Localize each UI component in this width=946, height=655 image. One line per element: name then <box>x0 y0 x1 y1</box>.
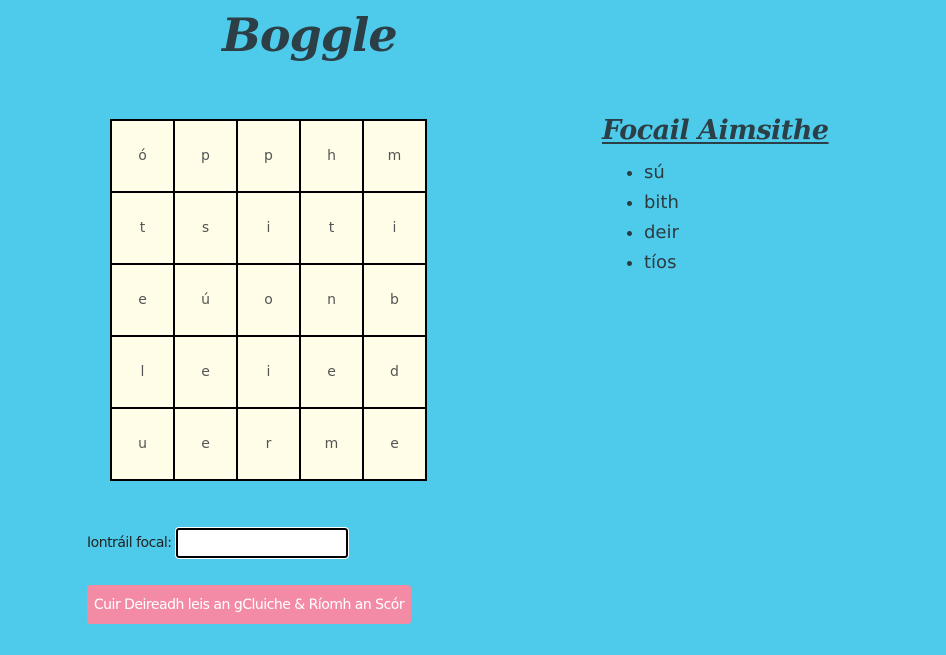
board-cell[interactable]: s <box>173 191 238 265</box>
board-cell[interactable]: e <box>173 335 238 409</box>
board-cell[interactable]: o <box>236 263 301 337</box>
board-cell[interactable]: l <box>110 335 175 409</box>
found-words-list: sú bith deir tíos <box>602 158 829 278</box>
board-cell[interactable]: t <box>110 191 175 265</box>
found-words-panel: Focail Aimsithe sú bith deir tíos <box>602 110 829 278</box>
found-words-heading: Focail Aimsithe <box>602 115 829 146</box>
board-cell[interactable]: t <box>299 191 364 265</box>
board-cell[interactable]: ó <box>110 119 175 193</box>
board-row: e ú o n b <box>110 263 427 337</box>
board-cell[interactable]: p <box>236 119 301 193</box>
board-cell[interactable]: i <box>362 191 427 265</box>
board-cell[interactable]: ú <box>173 263 238 337</box>
board-cell[interactable]: e <box>362 407 427 481</box>
board-cell[interactable]: i <box>236 335 301 409</box>
end-game-button[interactable]: Cuir Deireadh leis an gCluiche & Ríomh a… <box>87 585 411 624</box>
found-word-item: bith <box>644 188 829 218</box>
board-cell[interactable]: d <box>362 335 427 409</box>
page-title: Boggle <box>222 8 398 62</box>
board-cell[interactable]: e <box>110 263 175 337</box>
board-row: l e i e d <box>110 335 427 409</box>
word-input[interactable] <box>175 528 348 558</box>
found-word-item: sú <box>644 158 829 188</box>
word-entry-label: Iontráil focal: <box>87 535 172 551</box>
board-cell[interactable]: r <box>236 407 301 481</box>
board-row: u e r m e <box>110 407 427 481</box>
boggle-board: ó p p h m t s i t i e ú o n b l e i e d <box>110 119 427 481</box>
board-cell[interactable]: n <box>299 263 364 337</box>
board-cell[interactable]: h <box>299 119 364 193</box>
board-cell[interactable]: e <box>299 335 364 409</box>
word-entry-row: Iontráil focal: <box>87 528 348 558</box>
found-word-item: deir <box>644 218 829 248</box>
board-cell[interactable]: e <box>173 407 238 481</box>
found-word-item: tíos <box>644 248 829 278</box>
board-row: ó p p h m <box>110 119 427 193</box>
board-cell[interactable]: m <box>362 119 427 193</box>
board-cell[interactable]: p <box>173 119 238 193</box>
board-cell[interactable]: u <box>110 407 175 481</box>
board-row: t s i t i <box>110 191 427 265</box>
board-cell[interactable]: m <box>299 407 364 481</box>
board-cell[interactable]: i <box>236 191 301 265</box>
board-cell[interactable]: b <box>362 263 427 337</box>
